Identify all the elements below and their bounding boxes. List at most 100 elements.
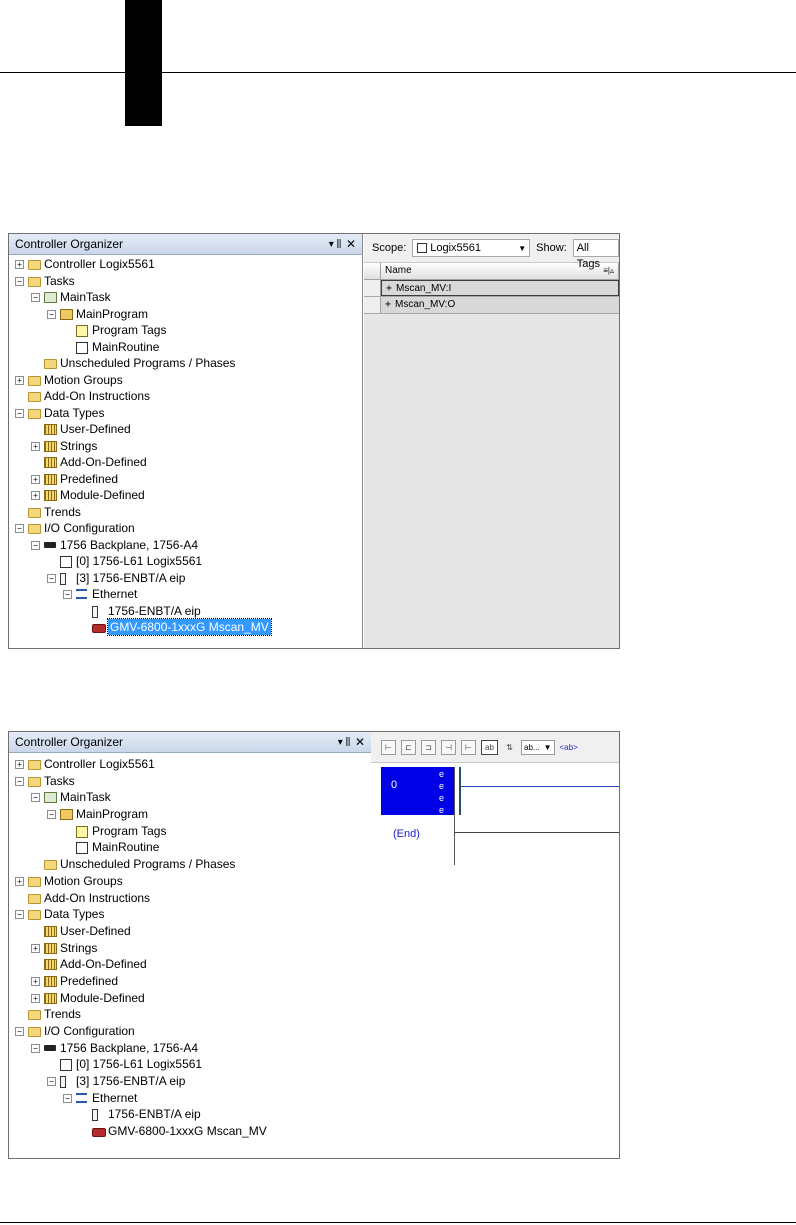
tree-item[interactable]: − Ethernet <box>13 586 362 603</box>
tree-item[interactable]: + Controller Logix5561 <box>13 256 362 273</box>
tree-item[interactable]: Add-On Instructions <box>13 388 362 405</box>
tree-item[interactable]: Add-On-Defined <box>13 956 371 973</box>
tree-item[interactable]: + Strings <box>13 940 371 957</box>
tree-item[interactable]: Trends <box>13 1006 371 1023</box>
tree-item[interactable]: − Data Types <box>13 405 362 422</box>
tree-item[interactable]: User-Defined <box>13 421 362 438</box>
pin-icon[interactable]: ▾ ⫼ <box>328 239 342 250</box>
scope-value: Logix5561 <box>430 242 482 254</box>
collapse-icon[interactable]: − <box>31 1043 40 1053</box>
tree-item[interactable]: + Module-Defined <box>13 487 362 504</box>
tree-item[interactable]: + Predefined <box>13 973 371 990</box>
tree-item[interactable]: − I/O Configuration <box>13 1023 371 1040</box>
collapse-icon[interactable]: − <box>15 408 24 418</box>
branch-level-icon[interactable]: ⊐ <box>421 739 436 755</box>
tree-item[interactable]: [0] 1756-L61 Logix5561 <box>13 1056 371 1073</box>
tree-item[interactable]: − MainTask <box>13 789 371 806</box>
collapse-icon[interactable]: − <box>15 276 24 286</box>
collapse-icon[interactable]: − <box>47 810 56 820</box>
tree-item[interactable]: MainRoutine <box>13 339 362 356</box>
tree-item-label: User-Defined <box>60 422 131 436</box>
collapse-icon[interactable]: − <box>63 1093 72 1103</box>
tree-item[interactable]: Program Tags <box>13 322 362 339</box>
sort-instruction-icon[interactable]: ⇅ <box>503 741 516 754</box>
expand-icon[interactable]: + <box>31 976 40 986</box>
expand-icon[interactable]: + <box>31 491 40 500</box>
tree-item[interactable]: Trends <box>13 504 362 521</box>
expand-icon[interactable]: + <box>31 474 40 484</box>
tree-item[interactable]: User-Defined <box>13 923 371 940</box>
tree-item[interactable]: − MainTask <box>13 289 362 306</box>
tree-item[interactable]: + Module-Defined <box>13 990 371 1007</box>
expand-icon[interactable]: + <box>31 943 40 953</box>
instruction-icon[interactable]: ab <box>481 739 498 755</box>
expand-icon[interactable]: + <box>31 441 40 451</box>
expand-icon[interactable]: + <box>15 760 24 769</box>
tree-item[interactable]: − [3] 1756-ENBT/A eip <box>13 570 362 587</box>
tree-item[interactable]: Add-On Instructions <box>13 890 371 907</box>
expand-icon[interactable]: + <box>386 283 392 294</box>
tree-item[interactable]: MainRoutine <box>13 839 371 856</box>
collapse-icon[interactable]: − <box>47 1077 56 1087</box>
collapse-icon[interactable]: − <box>63 590 72 599</box>
rung-line[interactable] <box>461 786 619 787</box>
tree-item[interactable]: − MainProgram <box>13 306 362 323</box>
collapse-icon[interactable]: − <box>15 776 24 786</box>
tree-item[interactable]: − Data Types <box>13 906 371 923</box>
collapse-icon[interactable]: − <box>31 540 40 550</box>
row-selector[interactable] <box>364 280 381 296</box>
tree-item[interactable]: 1756-ENBT/A eip <box>13 603 362 620</box>
tree-item[interactable]: Program Tags <box>13 823 371 840</box>
collapse-icon[interactable]: − <box>31 793 40 803</box>
folder-icon <box>44 359 57 369</box>
column-header-name[interactable]: Name ≡|▵ <box>381 263 619 279</box>
tree-item[interactable]: Unscheduled Programs / Phases <box>13 856 371 873</box>
tree-item[interactable]: − 1756 Backplane, 1756-A4 <box>13 537 362 554</box>
tree-item[interactable]: − Tasks <box>13 773 371 790</box>
tree-item[interactable]: [0] 1756-L61 Logix5561 <box>13 553 362 570</box>
tree-item[interactable]: − Ethernet <box>13 1090 371 1107</box>
row-selector[interactable] <box>364 297 381 313</box>
collapse-icon[interactable]: − <box>47 573 56 583</box>
tree-item[interactable]: + Controller Logix5561 <box>13 756 371 773</box>
pin-icon[interactable]: ▾ ⫼ <box>337 737 351 748</box>
sort-icon[interactable]: ≡|▵ <box>603 263 614 279</box>
tree-item[interactable]: − [3] 1756-ENBT/A eip <box>13 1073 371 1090</box>
tree-item[interactable]: GMV-6800-1xxxG Mscan_MV <box>13 1123 371 1140</box>
close-icon[interactable]: ✕ <box>353 735 367 749</box>
expand-icon[interactable]: + <box>15 375 24 385</box>
collapse-icon[interactable]: − <box>47 309 56 319</box>
tree-item[interactable]: + Motion Groups <box>13 372 362 389</box>
rung-number-cell[interactable]: 0 e e e e <box>381 767 454 815</box>
scope-select[interactable]: Logix5561 ▼ <box>412 239 531 257</box>
tree-item[interactable]: + Predefined <box>13 471 362 488</box>
tree-item[interactable]: 1756-ENBT/A eip <box>13 1106 371 1123</box>
coil-icon[interactable]: ⊢ <box>461 739 476 755</box>
tree-item[interactable]: − I/O Configuration <box>13 520 362 537</box>
collapse-icon[interactable]: − <box>15 524 24 533</box>
table-row[interactable]: + Mscan_MV:I <box>364 280 619 297</box>
tree-item[interactable]: − MainProgram <box>13 806 371 823</box>
tree-item[interactable]: − Tasks <box>13 273 362 290</box>
expand-icon[interactable]: + <box>31 993 40 1003</box>
branch-icon[interactable]: ⊏ <box>401 739 416 755</box>
table-row[interactable]: + Mscan_MV:O <box>364 297 619 314</box>
tree-item[interactable]: Add-On-Defined <box>13 454 362 471</box>
instruction-select[interactable]: ab... ▼ <box>521 739 555 755</box>
expand-icon[interactable]: + <box>385 299 391 310</box>
collapse-icon[interactable]: − <box>15 1027 24 1036</box>
expand-icon[interactable]: + <box>15 260 24 269</box>
contact-icon[interactable]: ⊣ <box>441 739 456 755</box>
tree-item[interactable]: + Motion Groups <box>13 873 371 890</box>
tree-item[interactable]: Unscheduled Programs / Phases <box>13 355 362 372</box>
tag-placeholder-icon[interactable]: <ab> <box>560 743 578 752</box>
expand-icon[interactable]: + <box>15 876 24 886</box>
collapse-icon[interactable]: − <box>15 910 24 920</box>
show-select[interactable]: All Tags <box>572 239 619 270</box>
tree-item[interactable]: + Strings <box>13 438 362 455</box>
tree-item[interactable]: − 1756 Backplane, 1756-A4 <box>13 1040 371 1057</box>
collapse-icon[interactable]: − <box>31 293 40 302</box>
close-icon[interactable]: ✕ <box>344 237 358 251</box>
rung-icon[interactable]: ⊢ <box>381 739 396 755</box>
tree-item[interactable]: GMV-6800-1xxxG Mscan_MV <box>13 618 362 636</box>
